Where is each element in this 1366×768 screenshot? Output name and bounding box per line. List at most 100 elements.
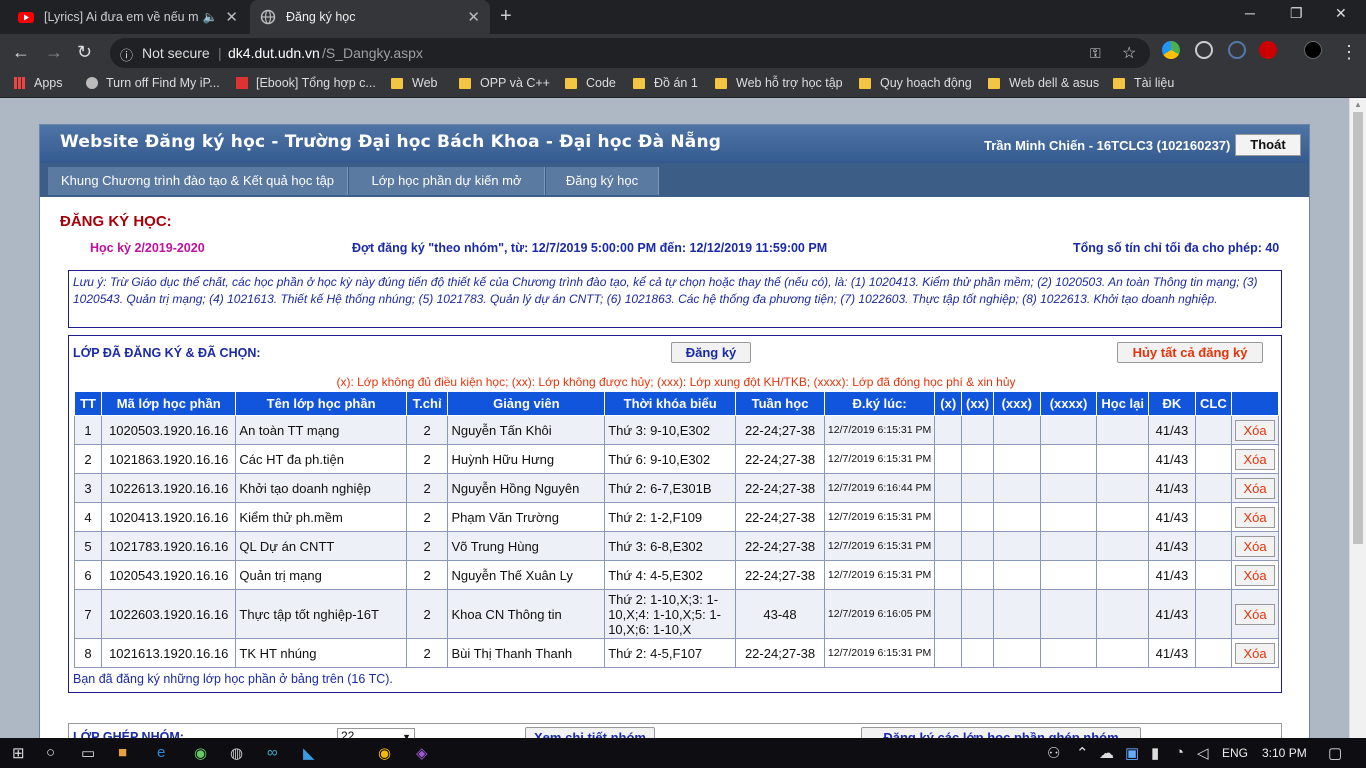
- table-cell: Võ Trung Hùng: [447, 531, 606, 561]
- app-icon[interactable]: ◉: [194, 744, 207, 762]
- youtube-icon: [18, 9, 34, 25]
- extension-icon[interactable]: [1162, 41, 1180, 59]
- tab-lyrics[interactable]: [Lyrics] Ai đưa em về nếu mộ 🔈 ✕: [8, 0, 248, 34]
- wifi-icon[interactable]: ◔: [1175, 744, 1184, 761]
- star-icon[interactable]: ☆: [1122, 43, 1136, 63]
- chevron-up-icon[interactable]: ⌃: [1076, 744, 1089, 762]
- delete-button[interactable]: Xóa: [1235, 506, 1275, 528]
- register-button[interactable]: Đăng ký: [671, 342, 751, 363]
- app-icon[interactable]: ▣: [1125, 744, 1139, 762]
- bookmark-folder[interactable]: Web hỗ trợ học tập: [715, 76, 843, 90]
- scrollbar-thumb[interactable]: [1353, 112, 1363, 544]
- table-cell: 1021783.1920.16.16: [101, 531, 237, 561]
- delete-button[interactable]: Xóa: [1235, 419, 1275, 441]
- menu-training-program[interactable]: Khung Chương trình đào tạo & Kết quả học…: [48, 167, 348, 195]
- table-cell: Bùi Thị Thanh Thanh: [447, 638, 606, 668]
- cancel-all-button[interactable]: Hủy tất cả đăng ký: [1117, 342, 1263, 363]
- empty-cell: [992, 502, 1041, 532]
- menu-dots-icon[interactable]: ⋮: [1340, 42, 1358, 63]
- maximize-icon[interactable]: ❐: [1290, 5, 1303, 22]
- bookmark-folder[interactable]: Tài liệu: [1113, 76, 1174, 90]
- group-select[interactable]: 22 ▼: [337, 728, 415, 738]
- battery-icon[interactable]: ▮: [1151, 744, 1159, 762]
- table-cell: 7: [73, 589, 103, 639]
- empty-cell: [961, 473, 994, 503]
- delete-button[interactable]: Xóa: [1235, 642, 1275, 664]
- table-cell: 43-48: [735, 589, 825, 639]
- table-cell: Kiểm thử ph.mềm: [235, 502, 407, 532]
- adblock-icon[interactable]: [1259, 41, 1277, 59]
- speaker-icon[interactable]: 🔈: [202, 10, 217, 24]
- table-cell: Khoa CN Thông tin: [447, 589, 606, 639]
- empty-cell: [1039, 415, 1098, 445]
- bookmark-apps[interactable]: Apps: [14, 76, 63, 90]
- table-cell: 8: [73, 638, 103, 668]
- table-cell: Thứ 3: 6-8,E302: [604, 531, 737, 561]
- table-cell: 2: [405, 415, 449, 445]
- people-icon[interactable]: ⚇: [1047, 744, 1060, 762]
- language-indicator[interactable]: ENG: [1222, 746, 1248, 760]
- visual-studio-icon[interactable]: ◈: [416, 744, 428, 762]
- arduino-icon[interactable]: ∞: [267, 744, 278, 761]
- col-header: Học lại: [1096, 391, 1150, 416]
- menu-planned-classes[interactable]: Lớp học phần dự kiến mở: [349, 167, 545, 195]
- forward-icon[interactable]: →: [45, 42, 63, 63]
- search-icon[interactable]: ○: [46, 744, 55, 761]
- close-window-icon[interactable]: ✕: [1335, 5, 1347, 22]
- minimize-icon[interactable]: ─: [1245, 5, 1255, 21]
- menu-registration[interactable]: Đăng ký học: [546, 167, 659, 195]
- delete-button[interactable]: Xóa: [1235, 477, 1275, 499]
- reload-icon[interactable]: ↻: [77, 42, 92, 63]
- info-icon[interactable]: ⓘ: [120, 45, 133, 64]
- task-view-icon[interactable]: ▭: [81, 744, 95, 762]
- delete-button[interactable]: Xóa: [1235, 564, 1275, 586]
- group-register-button[interactable]: Đăng ký các lớp học phần ghép nhóm: [861, 727, 1141, 738]
- logout-button[interactable]: Thoát: [1235, 134, 1301, 156]
- key-icon[interactable]: ⚿: [1090, 45, 1101, 62]
- delete-button[interactable]: Xóa: [1235, 535, 1275, 557]
- bookmark-item[interactable]: Turn off Find My iP...: [86, 76, 220, 90]
- delete-button[interactable]: Xóa: [1235, 448, 1275, 470]
- delete-cell: Xóa: [1231, 560, 1279, 590]
- file-explorer-icon[interactable]: ■: [118, 744, 127, 761]
- close-tab-icon[interactable]: ✕: [467, 8, 480, 26]
- address-bar[interactable]: ⓘ Not secure | dk4.dut.udn.vn /S_Dangky.…: [110, 38, 1150, 68]
- react-icon[interactable]: [1195, 41, 1213, 59]
- bookmark-folder[interactable]: Code: [565, 76, 616, 90]
- col-header: TT: [73, 391, 103, 416]
- col-header: CLC: [1194, 391, 1233, 416]
- table-cell: 12/7/2019 6:16:05 PM: [823, 589, 936, 639]
- vscode-icon[interactable]: ◣: [303, 744, 315, 762]
- chrome-icon[interactable]: ◉: [378, 744, 391, 762]
- new-tab-icon[interactable]: +: [500, 5, 512, 28]
- table-cell: 6: [73, 560, 103, 590]
- table-cell: 12/7/2019 6:15:31 PM: [823, 415, 936, 445]
- edge-icon[interactable]: e: [157, 744, 165, 761]
- close-tab-icon[interactable]: ✕: [225, 8, 238, 26]
- empty-cell: [1096, 589, 1150, 639]
- delete-button[interactable]: Xóa: [1235, 603, 1275, 625]
- scrollbar[interactable]: ▲: [1349, 98, 1366, 738]
- bookmark-folder[interactable]: Đồ án 1: [633, 76, 698, 90]
- scroll-up-icon[interactable]: ▲: [1354, 100, 1362, 109]
- bookmark-folder[interactable]: OPP và C++: [459, 76, 550, 90]
- security-label: Not secure: [142, 45, 210, 61]
- volume-icon[interactable]: ◁: [1197, 744, 1209, 762]
- bookmark-item[interactable]: [Ebook] Tổng hợp c...: [236, 76, 376, 90]
- bookmark-folder[interactable]: Quy hoạch động: [859, 76, 972, 90]
- clock[interactable]: 3:10 PM: [1262, 746, 1307, 760]
- windows-start-icon[interactable]: ⊞: [12, 744, 25, 762]
- group-detail-button[interactable]: Xem chi tiết nhóm: [525, 727, 655, 738]
- translate-icon[interactable]: [1228, 41, 1246, 59]
- delete-cell: Xóa: [1231, 531, 1279, 561]
- profile-icon[interactable]: [1304, 41, 1322, 59]
- tab-dangky[interactable]: Đăng ký học ✕: [250, 0, 490, 34]
- notifications-icon[interactable]: ▢: [1328, 744, 1342, 762]
- back-icon[interactable]: ←: [12, 42, 30, 63]
- table-cell: Thứ 3: 9-10,E302: [604, 415, 737, 445]
- app-icon[interactable]: ◍: [230, 744, 243, 762]
- bookmark-folder[interactable]: Web dell & asus: [988, 76, 1099, 90]
- cloud-icon[interactable]: ☁: [1099, 744, 1114, 762]
- bookmark-folder[interactable]: Web: [391, 76, 437, 90]
- table-row: 3 1022613.1920.16.16 Khởi tạo doanh nghiệp…: [73, 473, 1279, 503]
